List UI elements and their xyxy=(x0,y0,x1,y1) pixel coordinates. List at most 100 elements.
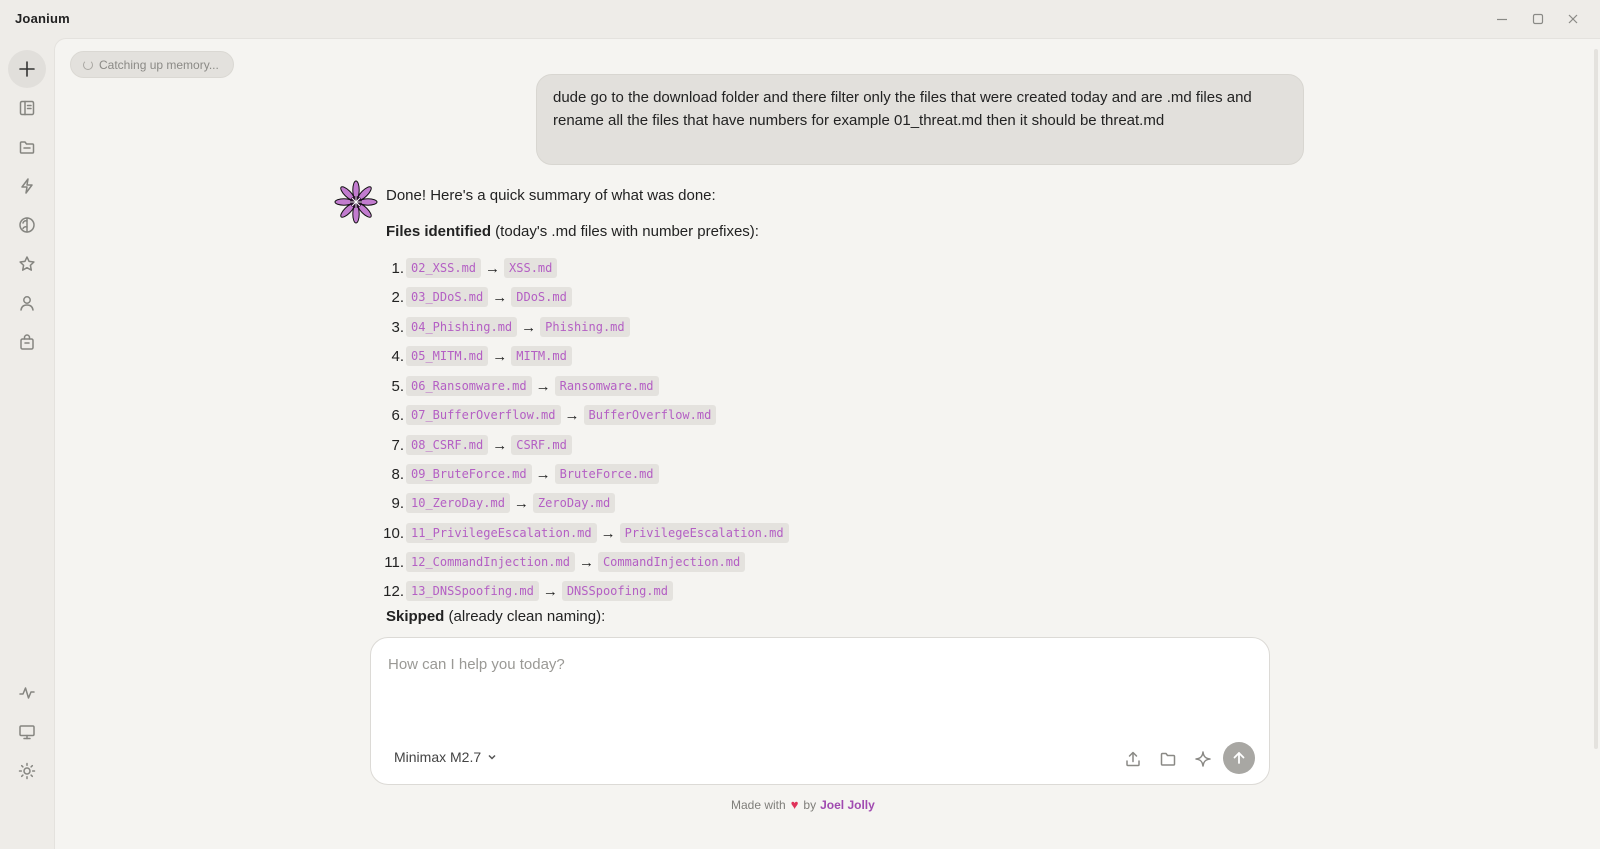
old-filename: 03_DDoS.md xyxy=(406,287,489,307)
new-filename: DDoS.md xyxy=(511,287,572,307)
maximize-button[interactable] xyxy=(1526,8,1550,30)
user-icon xyxy=(20,296,34,311)
upload-icon xyxy=(1126,751,1140,767)
list-number: 3. xyxy=(391,318,404,336)
message-composer[interactable]: How can I help you today? Minimax M2.7 xyxy=(370,637,1270,785)
sidebar-item-automations[interactable] xyxy=(8,168,46,204)
arrow: → xyxy=(578,553,594,571)
attach-folder-button[interactable] xyxy=(1156,747,1180,771)
message-input[interactable]: How can I help you today? xyxy=(388,656,565,673)
maximize-icon xyxy=(1532,13,1544,25)
activity-button[interactable] xyxy=(8,675,46,711)
folder-icon xyxy=(1160,752,1176,766)
sidebar-item-agents[interactable] xyxy=(8,285,46,321)
model-selector[interactable]: Minimax M2.7 xyxy=(394,749,497,765)
star-icon xyxy=(19,256,35,271)
list-number: 4. xyxy=(391,347,404,365)
sidebar-item-memory[interactable] xyxy=(8,207,46,243)
sidebar-item-projects[interactable] xyxy=(8,129,46,165)
new-filename: Phishing.md xyxy=(540,317,630,337)
upload-button[interactable] xyxy=(1121,747,1145,771)
title-bar: Joanium xyxy=(0,0,1600,38)
list-item: 10. 11_PrivilegeEscalation.md → Privileg… xyxy=(378,522,789,544)
list-item: 3. 04_Phishing.md → Phishing.md xyxy=(386,316,630,338)
enhance-prompt-button[interactable] xyxy=(1191,747,1215,771)
old-filename: 05_MITM.md xyxy=(406,346,489,366)
sidebar-item-marketplace[interactable] xyxy=(8,324,46,360)
arrow-up-icon xyxy=(1233,752,1245,764)
list-item: 1. 02_XSS.md → XSS.md xyxy=(386,257,558,279)
author-link[interactable]: Joel Jolly xyxy=(820,798,875,812)
old-filename: 02_XSS.md xyxy=(406,258,482,278)
list-number: 7. xyxy=(391,436,404,454)
arrow: → xyxy=(521,318,537,336)
arrow: → xyxy=(485,259,501,277)
user-message: dude go to the download folder and there… xyxy=(536,74,1304,165)
list-number: 10. xyxy=(383,524,404,542)
old-filename: 09_BruteForce.md xyxy=(406,464,532,484)
sidebar-item-library[interactable] xyxy=(8,90,46,126)
sparkle-icon xyxy=(1195,751,1211,767)
arrow: → xyxy=(492,347,508,365)
new-filename: MITM.md xyxy=(511,346,572,366)
assistant-intro: Done! Here's a quick summary of what was… xyxy=(386,187,716,204)
new-filename: PrivilegeEscalation.md xyxy=(619,523,789,543)
minimize-button[interactable] xyxy=(1490,8,1514,30)
new-filename: Ransomware.md xyxy=(554,376,659,396)
new-chat-button[interactable] xyxy=(8,50,46,88)
new-filename: DNSSpoofing.md xyxy=(561,581,673,601)
skipped-label: Skipped xyxy=(386,608,445,625)
monitor-button[interactable] xyxy=(8,714,46,750)
list-number: 6. xyxy=(391,406,404,424)
list-number: 11. xyxy=(384,553,404,571)
chevron-down-icon xyxy=(488,754,496,760)
main-panel: Catching up memory... dude go to the dow… xyxy=(54,38,1600,849)
old-filename: 13_DNSSpoofing.md xyxy=(406,581,539,601)
app-title: Joanium xyxy=(15,11,70,26)
sun-icon xyxy=(18,762,36,780)
made-with-text: Made with xyxy=(731,797,786,812)
footer-credit: Made with ♥ by Joel Jolly xyxy=(731,797,875,812)
skipped-note: (already clean naming): xyxy=(444,608,606,625)
list-item: 6. 07_BufferOverflow.md → BufferOverflow… xyxy=(386,404,717,426)
list-number: 9. xyxy=(391,494,404,512)
files-identified-label: Files identified xyxy=(386,223,492,240)
close-icon xyxy=(1568,14,1578,24)
bag-icon xyxy=(20,334,34,350)
new-filename: XSS.md xyxy=(504,258,558,278)
sidebar-item-skills[interactable] xyxy=(8,246,46,282)
loading-spinner-icon xyxy=(83,60,93,70)
old-filename: 06_Ransomware.md xyxy=(406,376,532,396)
list-number: 2. xyxy=(391,288,404,306)
assistant-logo-icon xyxy=(334,180,378,224)
files-identified-note: (today's .md files with number prefixes)… xyxy=(491,223,759,240)
heart-icon: ♥ xyxy=(790,797,799,812)
close-button[interactable] xyxy=(1561,8,1585,30)
plus-icon xyxy=(19,61,35,77)
old-filename: 08_CSRF.md xyxy=(406,435,489,455)
arrow: → xyxy=(535,465,551,483)
list-number: 1. xyxy=(391,259,404,277)
arrow: → xyxy=(492,436,508,454)
arrow: → xyxy=(542,582,558,600)
old-filename: 10_ZeroDay.md xyxy=(406,493,510,513)
lightning-icon xyxy=(21,178,33,194)
list-item: 7. 08_CSRF.md → CSRF.md xyxy=(386,434,572,456)
new-filename: BufferOverflow.md xyxy=(583,405,717,425)
scrollbar[interactable] xyxy=(1594,49,1598,749)
list-item: 2. 03_DDoS.md → DDoS.md xyxy=(386,286,572,308)
list-item: 4. 05_MITM.md → MITM.md xyxy=(386,345,572,367)
minimize-icon xyxy=(1497,18,1507,21)
sidebar: JJ xyxy=(0,38,54,849)
send-button[interactable] xyxy=(1223,742,1255,774)
old-filename: 07_BufferOverflow.md xyxy=(406,405,561,425)
brain-icon xyxy=(19,217,35,233)
files-identified-heading: Files identified (today's .md files with… xyxy=(386,223,759,240)
list-number: 12. xyxy=(383,582,404,600)
old-filename: 11_PrivilegeEscalation.md xyxy=(406,523,597,543)
theme-toggle[interactable] xyxy=(8,753,46,789)
arrow: → xyxy=(535,377,551,395)
list-number: 5. xyxy=(391,377,404,395)
memory-status-pill: Catching up memory... xyxy=(70,51,234,78)
new-filename: CSRF.md xyxy=(511,435,572,455)
